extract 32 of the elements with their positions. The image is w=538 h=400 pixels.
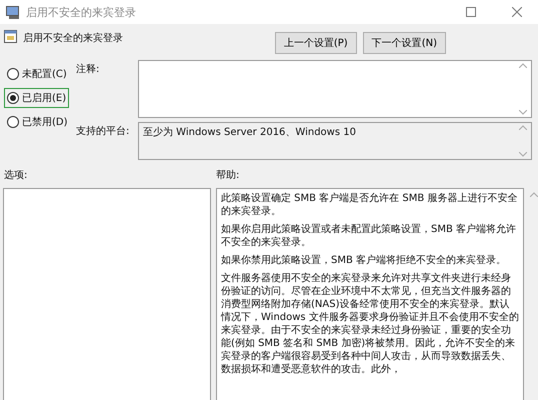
radio-label: 已启用(E) (22, 92, 66, 105)
help-paragraph: 文件服务器使用不安全的来宾登录来允许对共享文件夹进行未经身份验证的访问。尽管在企业环境中不太常见，但充当文件服务器的消费型网络附加存储(NAS)设备经常使用不安全的来宾登录。默认情况下，Windows 文件服务器要求身份验证并且不会使用不安全的来宾登录。由于不安全的来宾登录未经过身份验证，重要的安全功能(例如 SMB 签名和 SMB 加密)将被禁用。因此，允许不安全的来宾登录的客户端很容易受到各种中间人攻击，从而导致数据丢失、数据损坏和遭受恶意软件的攻击。此外， (221, 272, 519, 376)
maximize-icon[interactable] (466, 7, 476, 17)
policy-icon (4, 30, 17, 43)
scroll-up-icon[interactable] (519, 125, 527, 130)
help-paragraph: 如果你启用此策略设置或者未配置此策略设置，SMB 客户端将允许不安全的来宾登录。 (221, 223, 518, 249)
radio-icon (7, 92, 19, 104)
help-paragraph: 此策略设置确定 SMB 客户端是否允许在 SMB 服务器上进行不安全的来宾登录。 (221, 192, 518, 218)
comment-label: 注释: (76, 62, 100, 77)
radio-icon (7, 116, 19, 128)
scroll-up-icon[interactable] (519, 63, 527, 68)
radio-label: 已禁用(D) (22, 116, 68, 129)
close-icon[interactable] (512, 7, 522, 17)
app-icon (6, 6, 20, 18)
radio-option[interactable]: 已启用(E) (4, 88, 70, 108)
radio-label: 未配置(C) (22, 68, 67, 81)
policy-title: 启用不安全的来宾登录 (23, 32, 124, 45)
radio-icon (7, 68, 19, 80)
radio-option[interactable]: 已禁用(D) (4, 112, 71, 132)
radio-option[interactable]: 未配置(C) (4, 64, 70, 84)
scroll-down-icon[interactable] (519, 152, 527, 157)
window-title: 启用不安全的来宾登录 (26, 4, 137, 20)
scroll-up-icon[interactable] (530, 192, 538, 197)
nav-button[interactable]: 上一个设置(P) (274, 32, 357, 54)
nav-button[interactable]: 下一个设置(N) (362, 32, 446, 54)
options-label: 选项: (4, 168, 28, 182)
help-paragraph: 如果你禁用此策略设置，SMB 客户端将拒绝不安全的来宾登录。 (221, 254, 508, 267)
scroll-down-icon[interactable] (519, 110, 527, 115)
platform-label: 支持的平台: (76, 124, 130, 139)
comment-field[interactable] (138, 60, 532, 118)
platform-value: 至少为 Windows Server 2016、Windows 10 (143, 126, 357, 140)
help-label: 帮助: (216, 168, 240, 182)
